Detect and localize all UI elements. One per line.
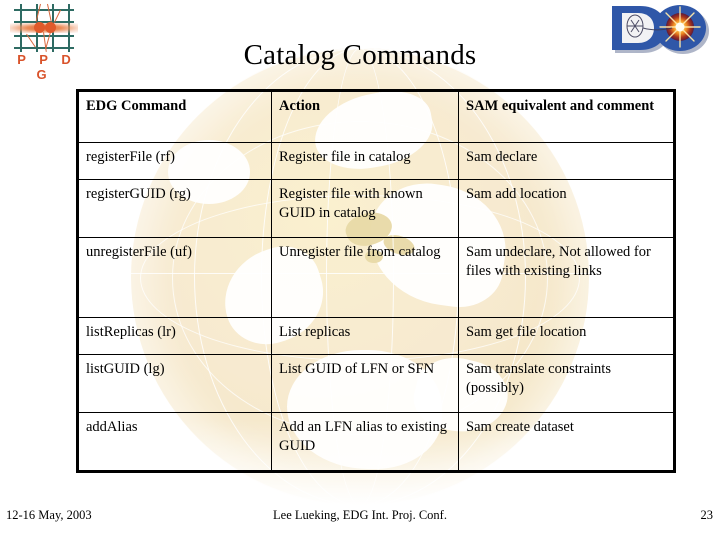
slide-canvas: { "slide": { "title": "Catalog Commands"… (0, 0, 720, 540)
cell-sam: Sam add location (458, 179, 675, 238)
table-row: listGUID (lg) List GUID of LFN or SFN Sa… (77, 354, 675, 413)
cell-sam: Sam get file location (458, 317, 675, 355)
table-header-row: EDG Command Action SAM equivalent and co… (77, 90, 675, 143)
cell-action: Add an LFN alias to existing GUID (271, 412, 459, 472)
cell-sam: Sam translate constraints (possibly) (458, 354, 675, 413)
cell-action: List GUID of LFN or SFN (271, 354, 459, 413)
table-row: registerGUID (rg) Register file with kno… (77, 179, 675, 238)
ppdg-proton-dot (34, 22, 45, 33)
table-row: unregisterFile (uf) Unregister file from… (77, 237, 675, 318)
cell-action: Register file with known GUID in catalog (271, 179, 459, 238)
column-header-edg-command: EDG Command (77, 90, 272, 143)
table-body: registerFile (rf) Register file in catal… (77, 142, 675, 472)
footer-attribution: Lee Lueking, EDG Int. Proj. Conf. (273, 508, 447, 522)
footer-page-number: 23 (700, 508, 714, 522)
page-title: Catalog Commands (243, 39, 477, 71)
table-row: addAlias Add an LFN alias to existing GU… (77, 412, 675, 472)
cell-command: registerFile (rf) (77, 142, 272, 180)
cell-sam: Sam declare (458, 142, 675, 180)
column-header-sam: SAM equivalent and comment (458, 90, 675, 143)
table-row: listReplicas (lr) List replicas Sam get … (77, 317, 675, 355)
column-header-action: Action (271, 90, 459, 143)
table-header: EDG Command Action SAM equivalent and co… (77, 90, 675, 143)
cell-command: unregisterFile (uf) (77, 237, 272, 318)
cell-action: List replicas (271, 317, 459, 355)
cell-command: registerGUID (rg) (77, 179, 272, 238)
grid-line (14, 9, 74, 11)
slide-footer: 12-16 May, 2003 Lee Lueking, EDG Int. Pr… (0, 508, 720, 526)
cell-sam: Sam create dataset (458, 412, 675, 472)
cell-command: listReplicas (lr) (77, 317, 272, 355)
cell-sam: Sam undeclare, Not allowed for files wit… (458, 237, 675, 318)
cell-action: Unregister file from catalog (271, 237, 459, 318)
cell-action: Register file in catalog (271, 142, 459, 180)
table-row: registerFile (rf) Register file in catal… (77, 142, 675, 180)
ppdg-proton-dot (45, 22, 56, 33)
catalog-commands-table: EDG Command Action SAM equivalent and co… (76, 89, 676, 473)
cell-command: addAlias (77, 412, 272, 472)
cell-command: listGUID (lg) (77, 354, 272, 413)
